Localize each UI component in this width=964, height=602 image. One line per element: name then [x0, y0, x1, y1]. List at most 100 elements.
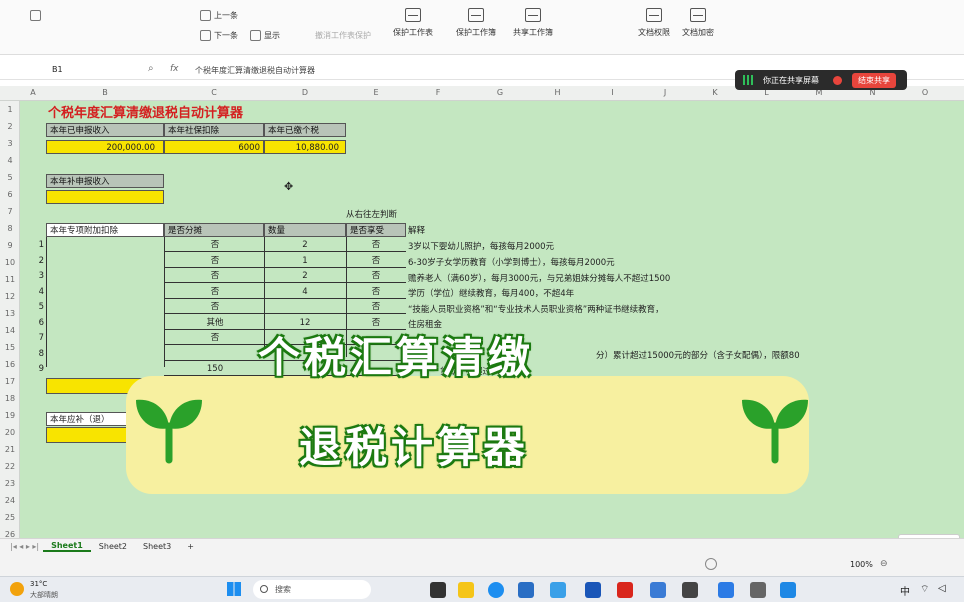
- tab-sheet3[interactable]: Sheet3: [135, 542, 179, 551]
- edge-icon[interactable]: [488, 582, 504, 598]
- row-header-16[interactable]: 16: [0, 360, 20, 369]
- row-header-8[interactable]: 8: [0, 224, 20, 233]
- item-enjoy[interactable]: 否: [348, 254, 404, 268]
- tax-header[interactable]: 本年已缴个税: [264, 123, 346, 137]
- item-number[interactable]: 5: [22, 300, 44, 314]
- column-header-B[interactable]: B: [46, 88, 164, 97]
- row-header-1[interactable]: 1: [0, 105, 20, 114]
- sheet-title[interactable]: 个税年度汇算清缴退税自动计算器: [48, 105, 243, 123]
- enjoy-header[interactable]: 是否享受: [346, 223, 406, 237]
- row-header-15[interactable]: 15: [0, 343, 20, 352]
- row-header-4[interactable]: 4: [0, 156, 20, 165]
- row-header-19[interactable]: 19: [0, 411, 20, 420]
- income-header[interactable]: 本年已申报收入: [46, 123, 164, 137]
- app-icon-2[interactable]: [650, 582, 666, 598]
- tax-value[interactable]: 10,880.00: [264, 140, 346, 154]
- row-header-9[interactable]: 9: [0, 241, 20, 250]
- item-enjoy[interactable]: 否: [348, 285, 404, 299]
- share-workbook-button[interactable]: 共享工作簿: [513, 8, 553, 38]
- doc-encrypt-button[interactable]: 文档加密: [682, 8, 714, 38]
- app-icon-4[interactable]: [718, 582, 734, 598]
- item-share[interactable]: 否: [170, 269, 260, 283]
- item-qty[interactable]: 4: [268, 285, 342, 299]
- row-header-21[interactable]: 21: [0, 445, 20, 454]
- row-header-23[interactable]: 23: [0, 479, 20, 488]
- row-header-22[interactable]: 22: [0, 462, 20, 471]
- item-number[interactable]: 2: [22, 254, 44, 268]
- column-header-D[interactable]: D: [264, 88, 346, 97]
- social-header[interactable]: 本年社保扣除: [164, 123, 264, 137]
- item-share[interactable]: 其他: [170, 316, 260, 330]
- column-header-F[interactable]: F: [406, 88, 470, 97]
- item-share[interactable]: 否: [170, 331, 260, 345]
- row-header-12[interactable]: 12: [0, 292, 20, 301]
- deduction-header[interactable]: 本年专项附加扣除: [46, 223, 164, 237]
- row-header-13[interactable]: 13: [0, 309, 20, 318]
- item-number[interactable]: 6: [22, 316, 44, 330]
- item-qty[interactable]: [268, 300, 342, 314]
- column-header-I[interactable]: I: [585, 88, 640, 97]
- column-header-E[interactable]: E: [346, 88, 406, 97]
- prev-comment-button[interactable]: 上一条: [200, 10, 238, 21]
- zoom-out-icon[interactable]: ⊖: [880, 559, 888, 569]
- next-comment-button[interactable]: 下一条: [200, 30, 238, 41]
- item-share[interactable]: 否: [170, 285, 260, 299]
- doc-permission-button[interactable]: 文档权限: [638, 8, 670, 38]
- item-number[interactable]: 8: [22, 347, 44, 361]
- wifi-icon[interactable]: ⌔: [920, 583, 929, 596]
- app-icon-3[interactable]: [682, 582, 698, 598]
- row-header-10[interactable]: 10: [0, 258, 20, 267]
- row-header-11[interactable]: 11: [0, 275, 20, 284]
- eye-icon[interactable]: [705, 558, 717, 570]
- row-header-17[interactable]: 17: [0, 377, 20, 386]
- item-share[interactable]: 否: [170, 238, 260, 252]
- income-value[interactable]: 200,000.00: [46, 140, 164, 154]
- file-explorer-icon[interactable]: [458, 582, 474, 598]
- item-share[interactable]: 否: [170, 254, 260, 268]
- task-view-icon[interactable]: [430, 582, 446, 598]
- row-header-24[interactable]: 24: [0, 496, 20, 505]
- extra-income-header[interactable]: 本年补申报收入: [46, 174, 164, 188]
- row-header-7[interactable]: 7: [0, 207, 20, 216]
- protect-workbook-button[interactable]: 保护工作簿: [456, 8, 496, 38]
- item-enjoy[interactable]: 否: [348, 269, 404, 283]
- item-enjoy[interactable]: 否: [348, 238, 404, 252]
- item-share[interactable]: 150: [170, 362, 260, 376]
- social-value[interactable]: 6000: [164, 140, 264, 154]
- column-header-H[interactable]: H: [530, 88, 585, 97]
- item-number[interactable]: 1: [22, 238, 44, 252]
- item-qty[interactable]: 2: [268, 269, 342, 283]
- row-header-26[interactable]: 26: [0, 530, 20, 538]
- volume-icon[interactable]: ◁: [938, 583, 946, 594]
- column-header-O[interactable]: O: [900, 88, 950, 97]
- row-header-20[interactable]: 20: [0, 428, 20, 437]
- weather-icon[interactable]: [10, 582, 24, 596]
- item-share[interactable]: 否: [170, 300, 260, 314]
- column-header-C[interactable]: C: [164, 88, 264, 97]
- item-qty[interactable]: 1: [268, 254, 342, 268]
- search-box[interactable]: 搜索: [253, 580, 371, 599]
- add-sheet-button[interactable]: +: [179, 542, 202, 551]
- row-header-2[interactable]: 2: [0, 122, 20, 131]
- ime-tray[interactable]: 中: [900, 583, 910, 598]
- share-header[interactable]: 是否分摊: [164, 223, 264, 237]
- item-qty[interactable]: 2: [268, 238, 342, 252]
- app-icon-5[interactable]: [750, 582, 766, 598]
- row-header-6[interactable]: 6: [0, 190, 20, 199]
- store-icon[interactable]: [518, 582, 534, 598]
- name-box[interactable]: B1: [52, 65, 63, 74]
- app-icon-1[interactable]: [550, 582, 566, 598]
- extra-income-value[interactable]: [46, 190, 164, 204]
- row-header-25[interactable]: 25: [0, 513, 20, 522]
- column-header-K[interactable]: K: [690, 88, 740, 97]
- item-number[interactable]: 7: [22, 331, 44, 345]
- wps-icon[interactable]: [617, 582, 633, 598]
- formula-input[interactable]: 个税年度汇算清缴退税自动计算器: [195, 65, 315, 76]
- tab-sheet2[interactable]: Sheet2: [91, 542, 135, 551]
- item-number[interactable]: 4: [22, 285, 44, 299]
- app-icon-6[interactable]: [780, 582, 796, 598]
- item-number[interactable]: 9: [22, 362, 44, 376]
- stop-share-button[interactable]: 结束共享: [852, 72, 896, 88]
- item-share[interactable]: [170, 347, 260, 361]
- row-header-5[interactable]: 5: [0, 173, 20, 182]
